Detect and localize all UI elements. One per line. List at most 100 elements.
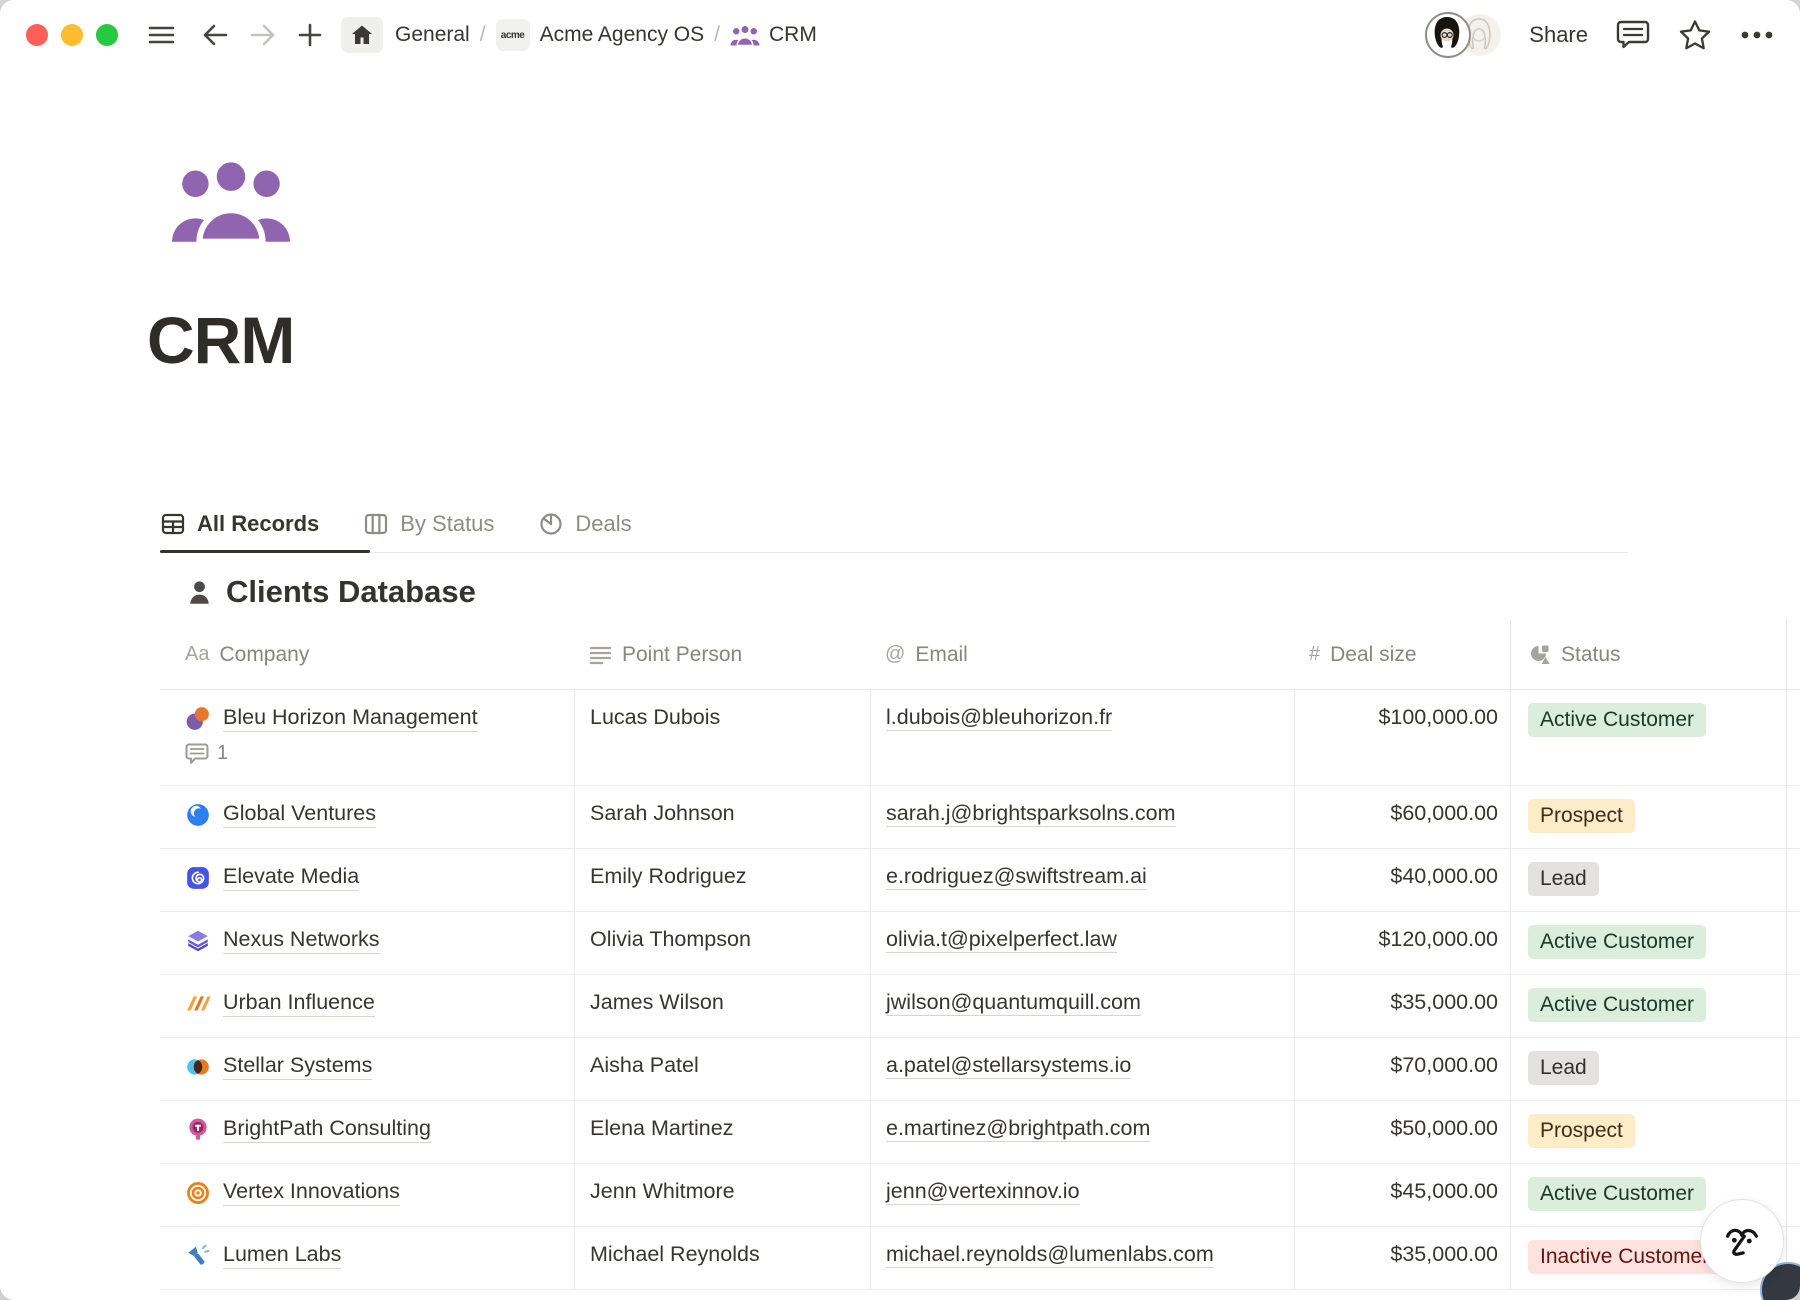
status-cell[interactable]: Active Customer (1510, 975, 1800, 1037)
email-link[interactable]: e.martinez@brightpath.com (886, 1116, 1150, 1142)
company-link[interactable]: Elevate Media (223, 864, 359, 891)
point-person-cell[interactable]: Michael Reynolds (574, 1227, 870, 1289)
more-options-button[interactable] (1740, 30, 1774, 40)
company-link[interactable]: Vertex Innovations (223, 1179, 400, 1206)
status-pill[interactable]: Active Customer (1528, 1177, 1706, 1211)
tab-by-status[interactable]: By Status (363, 511, 494, 537)
company-link[interactable]: Bleu Horizon Management (223, 705, 478, 732)
point-person-cell[interactable]: Aisha Patel (574, 1038, 870, 1100)
status-pill[interactable]: Active Customer (1528, 703, 1706, 737)
email-link[interactable]: l.dubois@bleuhorizon.fr (886, 705, 1112, 731)
email-cell[interactable]: jenn@vertexinnov.io (870, 1164, 1294, 1226)
deal-size-cell[interactable]: $35,000.00 (1294, 1227, 1510, 1289)
close-window-button[interactable] (26, 24, 48, 46)
company-cell[interactable]: Urban Influence (160, 975, 574, 1037)
tab-all-records[interactable]: All Records (160, 511, 319, 537)
status-pill[interactable]: Lead (1528, 862, 1599, 896)
company-link[interactable]: BrightPath Consulting (223, 1116, 431, 1143)
company-link[interactable]: Urban Influence (223, 990, 375, 1017)
breadcrumb-page[interactable]: CRM (769, 23, 817, 47)
deal-size-cell[interactable]: $120,000.00 (1294, 912, 1510, 974)
status-pill[interactable]: Prospect (1528, 1114, 1635, 1148)
company-link[interactable]: Stellar Systems (223, 1053, 372, 1080)
company-cell[interactable]: Bleu Horizon Management 1 (160, 690, 574, 785)
email-cell[interactable]: michael.reynolds@lumenlabs.com (870, 1227, 1294, 1289)
column-header-company[interactable]: Aa Company (160, 620, 574, 689)
zoom-window-button[interactable] (96, 24, 118, 46)
status-cell[interactable]: Active Customer (1510, 690, 1800, 785)
comments-button[interactable] (1616, 19, 1650, 51)
table-row[interactable]: Stellar Systems Aisha Patel a.patel@stel… (160, 1038, 1800, 1101)
company-cell[interactable]: BrightPath Consulting (160, 1101, 574, 1163)
point-person-cell[interactable]: Lucas Dubois (574, 690, 870, 785)
point-person-cell[interactable]: James Wilson (574, 975, 870, 1037)
home-button[interactable] (341, 17, 383, 53)
status-cell[interactable]: Lead (1510, 1038, 1800, 1100)
company-link[interactable]: Nexus Networks (223, 927, 380, 954)
company-link[interactable]: Lumen Labs (223, 1242, 341, 1269)
point-person-cell[interactable]: Olivia Thompson (574, 912, 870, 974)
email-link[interactable]: sarah.j@brightsparksolns.com (886, 801, 1176, 827)
favorite-button[interactable] (1678, 19, 1712, 51)
email-cell[interactable]: a.patel@stellarsystems.io (870, 1038, 1294, 1100)
company-cell[interactable]: Global Ventures (160, 786, 574, 848)
column-header-point-person[interactable]: Point Person (574, 620, 870, 689)
collaborator-avatars[interactable] (1425, 12, 1501, 58)
status-pill[interactable]: Inactive Customer (1528, 1240, 1721, 1274)
deal-size-cell[interactable]: $100,000.00 (1294, 690, 1510, 785)
company-cell[interactable]: Stellar Systems (160, 1038, 574, 1100)
deal-size-cell[interactable]: $40,000.00 (1294, 849, 1510, 911)
sidebar-menu-button[interactable] (148, 24, 175, 46)
comment-badge[interactable]: 1 (185, 742, 574, 765)
page-icon-people-group[interactable] (170, 156, 292, 242)
table-row[interactable]: Vertex Innovations Jenn Whitmore jenn@ve… (160, 1164, 1800, 1227)
column-header-deal-size[interactable]: # Deal size (1294, 620, 1510, 689)
deal-size-cell[interactable]: $35,000.00 (1294, 975, 1510, 1037)
email-link[interactable]: olivia.t@pixelperfect.law (886, 927, 1117, 953)
column-header-email[interactable]: @ Email (870, 620, 1294, 689)
share-button[interactable]: Share (1529, 22, 1588, 48)
table-row[interactable]: Global Ventures Sarah Johnson sarah.j@br… (160, 786, 1800, 849)
email-cell[interactable]: e.martinez@brightpath.com (870, 1101, 1294, 1163)
point-person-cell[interactable]: Jenn Whitmore (574, 1164, 870, 1226)
email-link[interactable]: michael.reynolds@lumenlabs.com (886, 1242, 1214, 1268)
table-row[interactable]: BrightPath Consulting Elena Martinez e.m… (160, 1101, 1800, 1164)
email-link[interactable]: jwilson@quantumquill.com (886, 990, 1141, 1016)
deal-size-cell[interactable]: $60,000.00 (1294, 786, 1510, 848)
column-header-status[interactable]: Status (1510, 620, 1800, 689)
point-person-cell[interactable]: Sarah Johnson (574, 786, 870, 848)
deal-size-cell[interactable]: $70,000.00 (1294, 1038, 1510, 1100)
email-link[interactable]: a.patel@stellarsystems.io (886, 1053, 1131, 1079)
company-cell[interactable]: Elevate Media (160, 849, 574, 911)
company-cell[interactable]: Lumen Labs (160, 1227, 574, 1289)
email-link[interactable]: e.rodriguez@swiftstream.ai (886, 864, 1147, 890)
status-pill[interactable]: Active Customer (1528, 925, 1706, 959)
table-row[interactable]: Nexus Networks Olivia Thompson olivia.t@… (160, 912, 1800, 975)
tab-deals[interactable]: Deals (538, 511, 631, 537)
status-pill[interactable]: Prospect (1528, 799, 1635, 833)
table-row[interactable]: Elevate Media Emily Rodriguez e.rodrigue… (160, 849, 1800, 912)
company-cell[interactable]: Vertex Innovations (160, 1164, 574, 1226)
notion-ai-button[interactable] (1700, 1199, 1784, 1283)
breadcrumb-workspace[interactable]: Acme Agency OS (540, 23, 705, 47)
status-cell[interactable]: Prospect (1510, 1101, 1800, 1163)
email-cell[interactable]: e.rodriguez@swiftstream.ai (870, 849, 1294, 911)
email-link[interactable]: jenn@vertexinnov.io (886, 1179, 1080, 1205)
email-cell[interactable]: olivia.t@pixelperfect.law (870, 912, 1294, 974)
email-cell[interactable]: l.dubois@bleuhorizon.fr (870, 690, 1294, 785)
status-pill[interactable]: Active Customer (1528, 988, 1706, 1022)
deal-size-cell[interactable]: $50,000.00 (1294, 1101, 1510, 1163)
point-person-cell[interactable]: Elena Martinez (574, 1101, 870, 1163)
new-page-button[interactable] (297, 22, 323, 48)
breadcrumb-general[interactable]: General (395, 23, 470, 47)
table-row[interactable]: Bleu Horizon Management 1 Lucas Dubois l… (160, 690, 1800, 786)
email-cell[interactable]: jwilson@quantumquill.com (870, 975, 1294, 1037)
status-pill[interactable]: Lead (1528, 1051, 1599, 1085)
status-cell[interactable]: Lead (1510, 849, 1800, 911)
table-row[interactable]: Urban Influence James Wilson jwilson@qua… (160, 975, 1800, 1038)
point-person-cell[interactable]: Emily Rodriguez (574, 849, 870, 911)
status-cell[interactable]: Prospect (1510, 786, 1800, 848)
deal-size-cell[interactable]: $45,000.00 (1294, 1164, 1510, 1226)
company-cell[interactable]: Nexus Networks (160, 912, 574, 974)
navigate-forward-button[interactable] (249, 23, 277, 47)
